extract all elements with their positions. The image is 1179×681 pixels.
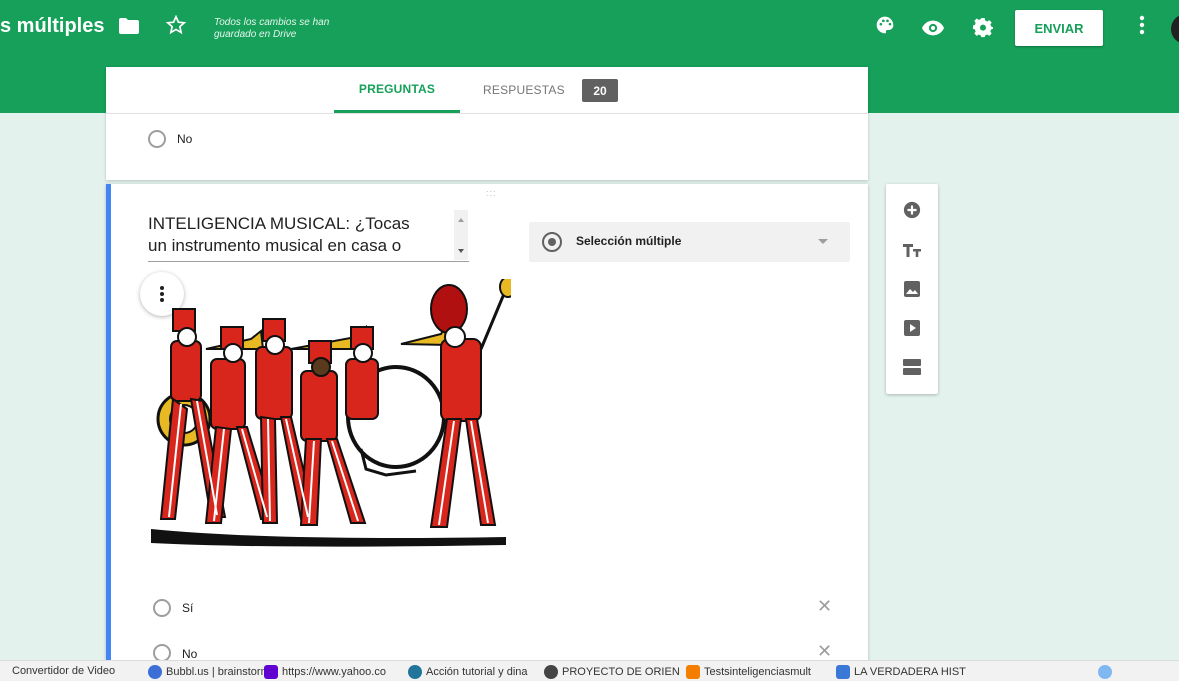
section-icon[interactable] [900, 355, 924, 379]
question-type-label: Selección múltiple [576, 234, 682, 248]
dropdown-arrow-icon [818, 239, 828, 244]
bookmark-label: Convertidor de Video [12, 665, 116, 677]
tab-questions[interactable]: PREGUNTAS [334, 67, 460, 113]
question-type-dropdown[interactable]: Selección múltiple [529, 222, 850, 262]
bookmark-label: PROYECTO DE ORIEN [562, 666, 680, 678]
form-header-card: PREGUNTAS RESPUESTAS 20 No [106, 67, 868, 180]
bookmark-label: Testsinteligenciasmult [704, 666, 811, 678]
bookmark-item[interactable]: LA VERDADERA HIST [836, 665, 966, 679]
responses-count-badge: 20 [582, 79, 618, 102]
video-icon[interactable] [900, 316, 924, 340]
option-radio-si[interactable] [153, 599, 171, 617]
tabs-divider [106, 113, 868, 114]
question-title-line1: INTELIGENCIA MUSICAL: ¿Tocas [148, 214, 410, 233]
image-icon[interactable] [900, 277, 924, 301]
save-status: Todos los cambios se han guardado en Dri… [214, 17, 329, 41]
prev-option-radio[interactable] [148, 130, 166, 148]
star-icon[interactable] [164, 13, 188, 37]
bookmarks-bar: Convertidor de Video Bubbl.us | brainsto… [0, 660, 1179, 681]
bookmark-favicon-icon [544, 665, 558, 679]
save-status-line1: Todos los cambios se han [214, 17, 330, 28]
option-label-no[interactable]: No [182, 647, 197, 661]
title-underline [148, 261, 469, 262]
blogger-icon [686, 665, 700, 679]
form-title[interactable]: s múltiples [0, 15, 104, 38]
question-title-line2: un instrumento musical en casa o [148, 236, 402, 255]
save-status-line2: guardado en Drive [214, 29, 297, 40]
forms-icon [836, 665, 850, 679]
marching-band-image[interactable] [151, 279, 511, 549]
more-vert-icon[interactable] [1130, 13, 1154, 37]
bookmark-label: Bubbl.us | brainstorm [166, 666, 270, 678]
send-button[interactable]: ENVIAR [1015, 10, 1103, 46]
eye-icon[interactable] [921, 16, 945, 40]
bookmark-label: https://www.yahoo.co [282, 666, 386, 678]
question-title[interactable]: INTELIGENCIA MUSICAL: ¿Tocas un instrume… [148, 213, 458, 257]
remove-option-no-icon[interactable]: ✕ [817, 641, 832, 662]
bookmark-favicon-icon [1098, 665, 1112, 679]
bookmark-item[interactable]: Convertidor de Video [12, 665, 115, 677]
drag-handle-icon[interactable]: ::: [486, 189, 502, 198]
bookmark-label: LA VERDADERA HIST [854, 666, 966, 678]
title-icon[interactable] [900, 238, 924, 262]
wordpress-icon [408, 665, 422, 679]
folder-icon[interactable] [117, 14, 141, 38]
bookmark-item[interactable]: Acción tutorial y dina [408, 665, 528, 679]
palette-icon[interactable] [873, 13, 897, 37]
radio-button-icon [542, 232, 562, 252]
title-scrollbar[interactable] [454, 210, 468, 260]
remove-option-si-icon[interactable]: ✕ [817, 596, 832, 617]
add-question-icon[interactable] [900, 198, 924, 222]
bookmark-item[interactable]: https://www.yahoo.co [264, 665, 386, 679]
tab-responses[interactable]: RESPUESTAS [483, 67, 565, 113]
bubbl-icon [148, 665, 162, 679]
bookmark-item[interactable]: Testsinteligenciasmult [686, 665, 811, 679]
prev-option-label: No [177, 132, 193, 146]
yahoo-icon [264, 665, 278, 679]
bookmark-label: Acción tutorial y dina [426, 666, 528, 678]
gear-icon[interactable] [971, 16, 995, 40]
bookmark-item[interactable]: Bubbl.us | brainstorm [148, 665, 270, 679]
side-toolbar [886, 184, 938, 394]
bookmark-item[interactable] [1098, 665, 1116, 679]
avatar[interactable] [1171, 14, 1179, 44]
question-card: ::: INTELIGENCIA MUSICAL: ¿Tocas un inst… [106, 184, 868, 681]
option-label-si[interactable]: Sí [182, 601, 193, 615]
bookmark-item[interactable]: PROYECTO DE ORIEN [544, 665, 680, 679]
